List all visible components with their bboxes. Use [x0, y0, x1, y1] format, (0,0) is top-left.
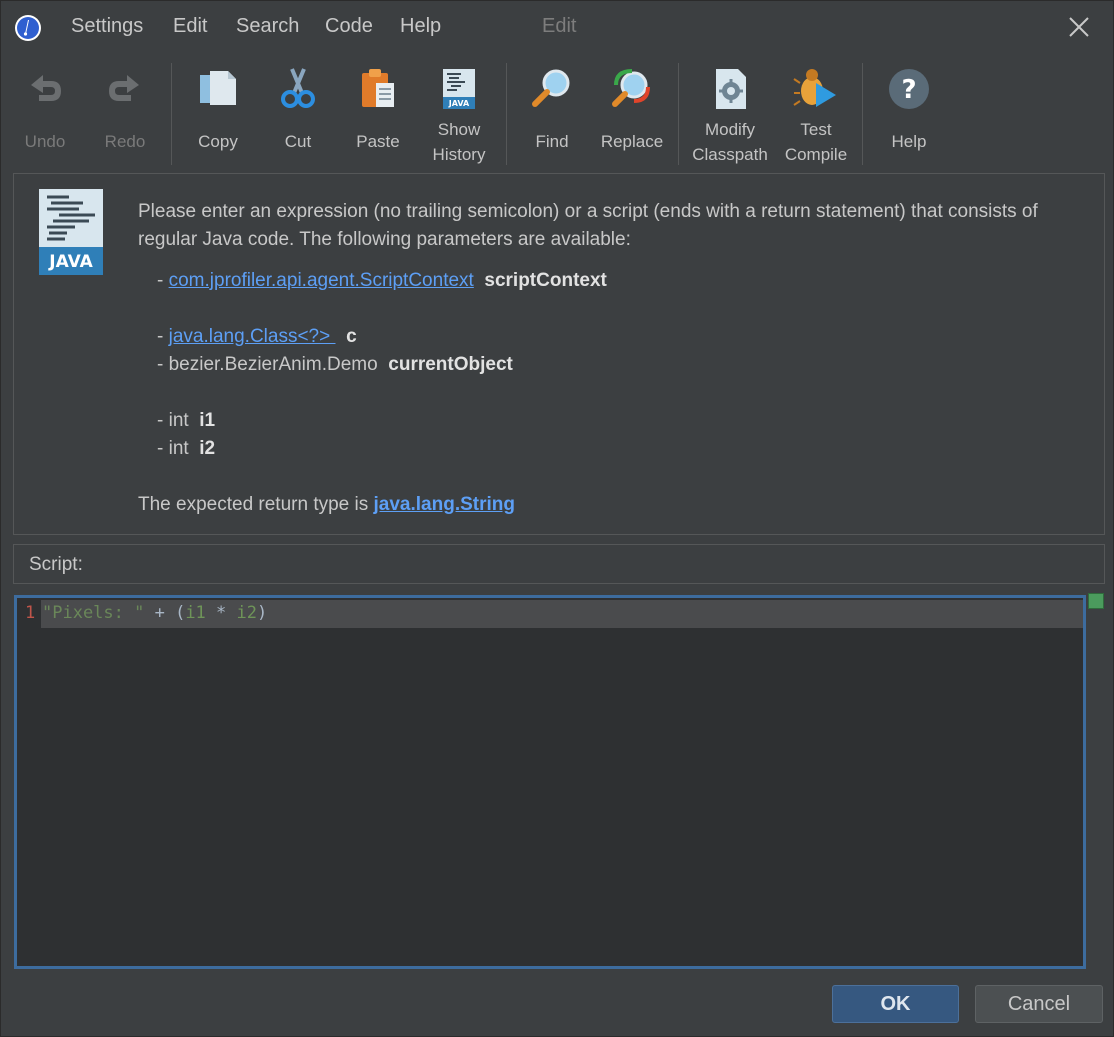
- cancel-button[interactable]: Cancel: [975, 985, 1103, 1023]
- param-name: c: [346, 326, 357, 347]
- bug-run-icon: [793, 69, 836, 107]
- param-type: bezier.BezierAnim.Demo: [168, 354, 378, 375]
- find-button[interactable]: Find: [512, 61, 592, 169]
- redo-icon: [109, 75, 139, 101]
- code-variable: i2: [236, 603, 257, 623]
- replace-icon: [612, 69, 650, 107]
- param-name: currentObject: [388, 354, 513, 375]
- window-title: Edit: [542, 15, 577, 37]
- script-label: Script:: [29, 554, 83, 575]
- code-variable: i1: [185, 603, 206, 623]
- param-type: int: [168, 410, 189, 431]
- menu-settings[interactable]: Settings: [71, 15, 143, 38]
- param-type: int: [168, 438, 189, 459]
- java-file-icon: JAVA: [39, 189, 103, 275]
- java-file-icon: JAVA: [443, 69, 475, 109]
- modify-classpath-button[interactable]: Modify Classpath: [690, 61, 770, 169]
- help-icon: ?: [889, 69, 929, 109]
- return-type-line: The expected return type is java.lang.St…: [138, 494, 515, 516]
- menu-help[interactable]: Help: [400, 15, 441, 38]
- copy-icon: [200, 71, 236, 105]
- copy-button[interactable]: Copy: [178, 61, 258, 169]
- help-label: Help: [891, 132, 927, 151]
- code-operator: ): [257, 603, 268, 623]
- scissors-icon: [281, 68, 315, 108]
- replace-button[interactable]: Replace: [592, 61, 672, 169]
- undo-icon: [31, 75, 61, 101]
- undo-label: Undo: [24, 132, 66, 151]
- menu-edit[interactable]: Edit: [173, 15, 207, 38]
- param-name: i1: [199, 410, 216, 431]
- code-operator: + (: [144, 603, 186, 623]
- paste-button[interactable]: Paste: [338, 61, 418, 169]
- compile-status-indicator: [1088, 593, 1104, 609]
- magnifier-icon: [532, 69, 570, 107]
- code-line[interactable]: "Pixels: " + (i1 * i2): [42, 603, 267, 623]
- redo-button[interactable]: Redo: [85, 61, 165, 169]
- classpath-gear-icon: [716, 69, 746, 109]
- modify-classpath-label: Modify Classpath: [692, 120, 768, 164]
- type-link[interactable]: java.lang.Class<?>: [169, 326, 336, 347]
- java-badge-text: JAVA: [48, 252, 93, 272]
- param-i1: - int i1: [157, 410, 216, 431]
- edit-dialog: Settings Edit Search Code Help Edit Undo…: [0, 0, 1114, 1037]
- copy-label: Copy: [198, 132, 238, 151]
- app-logo-icon: [15, 15, 41, 41]
- return-prefix: The expected return type is: [138, 494, 374, 515]
- param-current-object: - bezier.BezierAnim.Demo currentObject: [157, 354, 513, 375]
- svg-text:?: ?: [901, 75, 916, 105]
- menu-search[interactable]: Search: [236, 15, 299, 38]
- toolbar-separator: [171, 63, 172, 165]
- cut-label: Cut: [284, 132, 312, 151]
- param-name: scriptContext: [484, 270, 607, 291]
- code-operator: *: [205, 603, 237, 623]
- replace-label: Replace: [600, 132, 664, 151]
- cut-button[interactable]: Cut: [258, 61, 338, 169]
- param-name: i2: [199, 438, 216, 459]
- paste-label: Paste: [356, 132, 400, 151]
- description-text: Please enter an expression (no trailing …: [138, 201, 1038, 250]
- test-compile-label: Test Compile: [784, 120, 848, 164]
- toolbar-separator: [862, 63, 863, 165]
- param-i2: - int i2: [157, 438, 216, 459]
- title-bar: Settings Edit Search Code Help Edit: [1, 1, 1113, 57]
- toolbar: Undo Redo Copy Cut Paste JAVA Show Histo…: [1, 57, 1113, 171]
- script-label-box: Script:: [13, 544, 1105, 584]
- line-number: 1: [25, 603, 36, 623]
- show-history-button[interactable]: JAVA Show History: [419, 61, 499, 169]
- script-editor[interactable]: 1 "Pixels: " + (i1 * i2): [14, 595, 1086, 969]
- svg-text:JAVA: JAVA: [448, 99, 470, 108]
- clipboard-icon: [362, 69, 394, 107]
- find-label: Find: [535, 132, 569, 151]
- test-compile-button[interactable]: Test Compile: [776, 61, 856, 169]
- ok-button[interactable]: OK: [832, 985, 959, 1023]
- show-history-label: Show History: [432, 120, 486, 164]
- info-panel: JAVA Please enter an expression (no trai…: [13, 173, 1105, 535]
- close-icon[interactable]: [1065, 13, 1093, 41]
- param-class: - java.lang.Class<?> c: [157, 326, 357, 347]
- param-script-context: - com.jprofiler.api.agent.ScriptContext …: [157, 270, 607, 291]
- code-string: "Pixels: ": [42, 603, 145, 623]
- return-type-link[interactable]: java.lang.String: [374, 494, 515, 515]
- undo-button[interactable]: Undo: [5, 61, 85, 169]
- toolbar-separator: [506, 63, 507, 165]
- toolbar-separator: [678, 63, 679, 165]
- type-link[interactable]: com.jprofiler.api.agent.ScriptContext: [169, 270, 474, 291]
- menu-code[interactable]: Code: [325, 15, 373, 38]
- help-button[interactable]: ? Help: [869, 61, 949, 169]
- redo-label: Redo: [104, 132, 146, 151]
